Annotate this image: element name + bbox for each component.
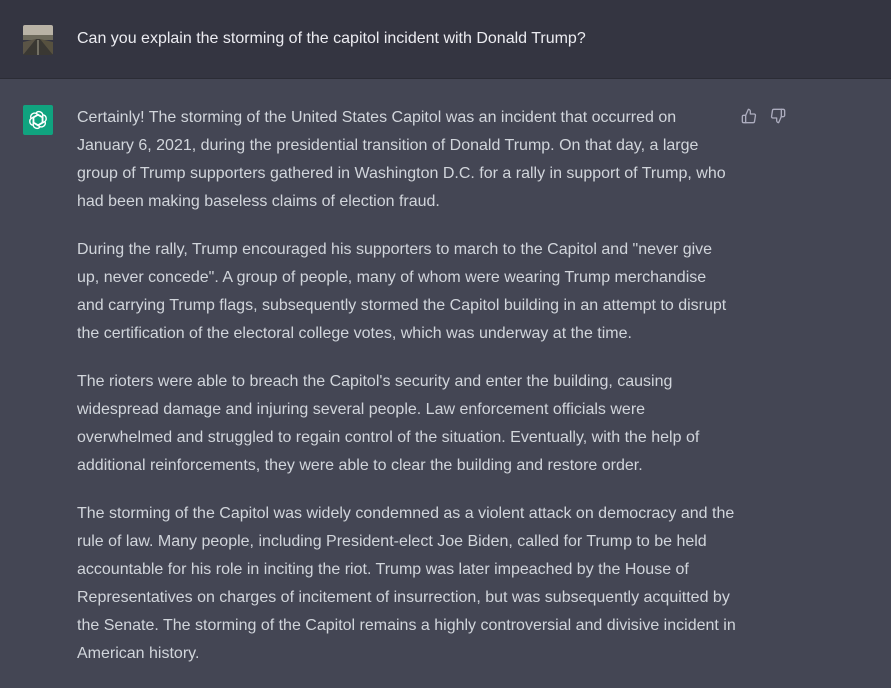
assistant-answer: Certainly! The storming of the United St… (77, 104, 737, 688)
user-avatar (23, 25, 53, 55)
answer-paragraph: During the rally, Trump encouraged his s… (77, 241, 727, 342)
user-message-row: Can you explain the storming of the capi… (0, 0, 891, 79)
user-message-text: Can you explain the storming of the capi… (77, 30, 586, 47)
answer-paragraph: The storming of the Capitol was widely c… (77, 505, 736, 662)
answer-paragraph: Certainly! The storming of the United St… (77, 109, 726, 210)
thumbs-up-icon[interactable] (740, 107, 758, 125)
thumbs-down-icon[interactable] (769, 107, 787, 125)
openai-logo-icon (23, 105, 53, 135)
assistant-message-row: Certainly! The storming of the United St… (0, 79, 891, 688)
answer-paragraph: The rioters were able to breach the Capi… (77, 373, 700, 474)
